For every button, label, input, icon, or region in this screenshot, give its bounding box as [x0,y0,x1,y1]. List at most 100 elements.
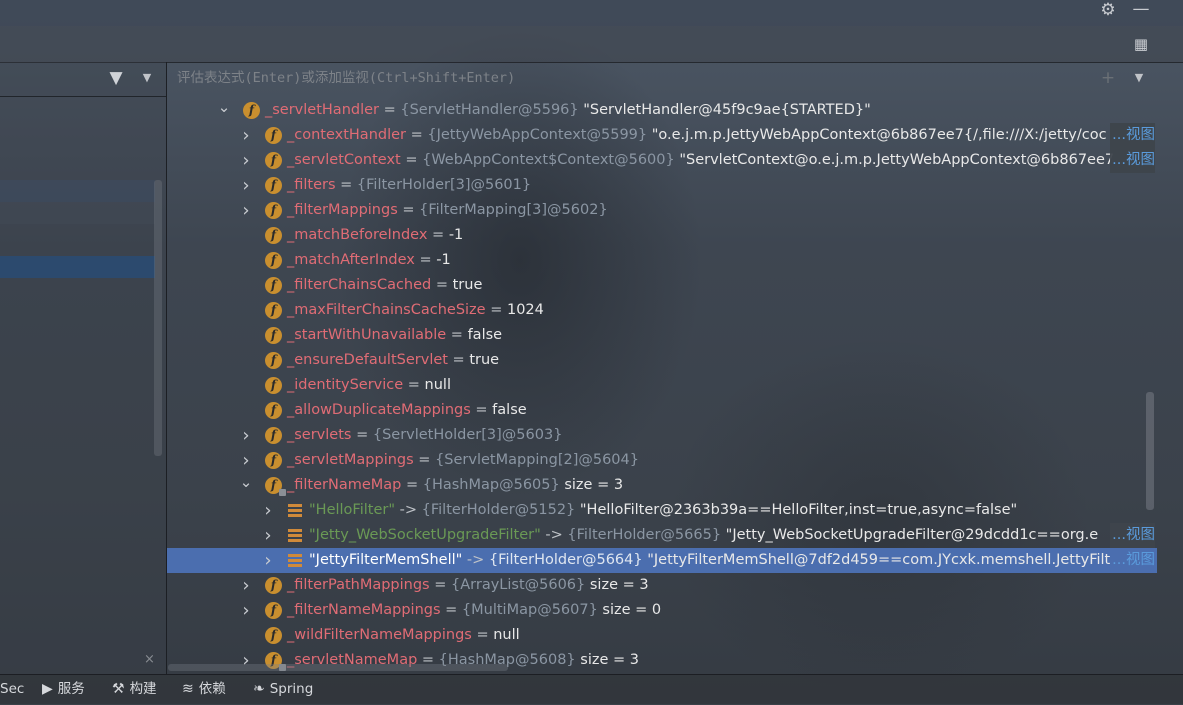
separator: = [335,177,357,193]
tree-row-text: "Jetty_WebSocketUpgradeFilter" -> {Filte… [309,523,1098,548]
tree-row[interactable]: › f _contextHandler = {JettyWebAppContext@… [167,123,1157,148]
tree-row-text: "JettyFilterMemShell" -> {FilterHolder@5… [309,548,1110,573]
tab-dependencies[interactable]: ≋ 依赖 [182,674,226,703]
filter-icon[interactable]: ▼ [106,68,126,88]
tree-row[interactable]: f _wildFilterNameMappings = null [167,623,1157,648]
tab-spring[interactable]: ❧ Spring [253,674,313,703]
tab-services[interactable]: ▶ 服务 [42,674,85,703]
tree-row[interactable]: f _matchAfterIndex = -1 [167,248,1157,273]
chevron-down-icon[interactable]: ▼ [1130,68,1148,88]
tab-build[interactable]: ⚒ 构建 [112,674,157,703]
tree-row[interactable]: › f _filterPathMappings = {ArrayList@5606}… [167,573,1157,598]
variable-name: _servletContext [287,152,401,168]
variable-value: size = 3 [559,477,624,493]
tree-row[interactable]: › f _servletMappings = {ServletMapping[2]@… [167,448,1157,473]
view-link[interactable]: ...视图 [1110,523,1155,548]
object-reference: {ServletHolder[3]@5603} [372,427,563,443]
minimize-icon[interactable]: — [1130,0,1152,20]
object-reference: {ServletMapping[2]@5604} [435,452,639,468]
variable-value: "ServletHandler@45f9c9ae{STARTED}" [578,102,871,118]
variables-scrollbar[interactable] [1146,392,1154,510]
separator: = [403,377,425,393]
tree-row[interactable]: f _matchBeforeIndex = -1 [167,223,1157,248]
chevron-right-icon[interactable]: › [239,198,253,223]
frame-row[interactable] [0,202,155,224]
close-icon[interactable]: × [144,652,158,668]
variable-value: false [492,402,527,418]
horizontal-scrollbar[interactable] [168,664,508,671]
tree-row[interactable]: › f _filters = {FilterHolder[3]@5601} [167,173,1157,198]
gear-icon[interactable]: ⚙ [1097,0,1119,20]
map-entry-icon [288,554,302,567]
tree-row[interactable]: › f _filterNameMappings = {MultiMap@5607} … [167,598,1157,623]
variable-name: _startWithUnavailable [287,327,447,343]
frames-scrollbar[interactable] [154,180,162,456]
tree-row[interactable]: f _identityService = null [167,373,1157,398]
field-icon: f [265,377,282,394]
field-icon: f [265,252,282,269]
variable-value: size = 3 [585,577,649,593]
chevron-right-icon[interactable]: › [261,523,275,548]
view-link[interactable]: ...视图 [1110,548,1155,573]
chevron-right-icon[interactable]: › [239,173,253,198]
variable-value: null [493,627,520,643]
variable-name: _filterNameMappings [287,602,441,618]
chevron-right-icon[interactable]: › [239,423,253,448]
variable-name: _matchBeforeIndex [287,227,428,243]
chevron-right-icon[interactable]: › [239,598,253,623]
bottom-tool-bar [0,674,1183,704]
variable-name: _servletHandler [265,102,379,118]
variable-name: "HelloFilter" [309,502,396,518]
tree-row-text: _contextHandler = {JettyWebAppContext@55… [287,123,1107,148]
chevron-right-icon[interactable]: › [261,498,275,523]
tree-row[interactable]: › f _filterMappings = {FilterMapping[3]@56… [167,198,1157,223]
field-icon: f [265,627,282,644]
tree-row-text: _filterNameMap = {HashMap@5605} size = 3 [287,473,623,498]
tree-row[interactable]: › "HelloFilter" -> {FilterHolder@5152} "H… [167,498,1157,523]
tree-row[interactable]: ⌄ f _filterNameMap = {HashMap@5605} size =… [167,473,1157,498]
view-link[interactable]: ...视图 [1110,148,1155,173]
object-reference: {WebAppContext$Context@5600} [422,152,675,168]
tree-row[interactable]: › f _servletContext = {WebAppContext$Conte… [167,148,1157,173]
object-reference: {ArrayList@5606} [451,577,586,593]
tree-row-text: _identityService = null [287,373,451,398]
chevron-right-icon[interactable]: › [239,148,253,173]
variable-name: _filterNameMap [287,477,402,493]
frame-row-selected[interactable] [0,256,155,278]
tree-row[interactable]: f _ensureDefaultServlet = true [167,348,1157,373]
object-reference: {FilterHolder@5665} [567,527,722,543]
separator: -> [462,552,489,568]
tree-row[interactable]: ⌄ f _servletHandler = {ServletHandler@5596… [167,98,1157,123]
field-icon: f [243,102,260,119]
tree-row-text: _filters = {FilterHolder[3]@5601} [287,173,531,198]
layout-icon[interactable]: ▦ [1130,34,1152,54]
chevron-down-icon[interactable]: ⌄ [239,473,253,498]
chevron-right-icon[interactable]: › [239,448,253,473]
view-link[interactable]: ...视图 [1110,123,1155,148]
tree-row[interactable]: f _filterChainsCached = true [167,273,1157,298]
tree-row[interactable]: › "Jetty_WebSocketUpgradeFilter" -> {Filt… [167,523,1157,548]
map-entry-icon [288,504,302,517]
chevron-right-icon[interactable]: › [239,123,253,148]
add-watch-icon[interactable]: + [1098,68,1118,88]
tree-row[interactable]: f _allowDuplicateMappings = false [167,398,1157,423]
tree-row[interactable]: f _startWithUnavailable = false [167,323,1157,348]
variable-name: "Jetty_WebSocketUpgradeFilter" [309,527,541,543]
chevron-right-icon[interactable]: › [239,573,253,598]
object-reference: {FilterMapping[3]@5602} [419,202,608,218]
chevron-down-icon[interactable]: ⌄ [217,98,231,123]
tree-row[interactable]: › f _servlets = {ServletHolder[3]@5603} [167,423,1157,448]
tool-window-header [0,26,1183,63]
tree-row-selected[interactable]: › "JettyFilterMemShell" -> {FilterHolder@… [167,548,1157,573]
spring-leaf-icon: ❧ [253,681,265,697]
frame-row[interactable] [0,180,155,202]
chevron-right-icon[interactable]: › [261,548,275,573]
variable-value: "HelloFilter@2363b39a==HelloFilter,inst=… [575,502,1018,518]
chevron-down-icon[interactable]: ▼ [138,68,156,88]
variable-value: "JettyFilterMemShell@7df2d459==com.JYcxk… [642,552,1111,568]
tree-row[interactable]: f _maxFilterChainsCacheSize = 1024 [167,298,1157,323]
variable-value: 1024 [506,302,544,318]
watch-expression-input[interactable]: 评估表达式(Enter)或添加监视(Ctrl+Shift+Enter) [168,66,1088,90]
variable-name: _filterChainsCached [287,277,432,293]
tab-sec[interactable]: Sec [0,674,24,703]
